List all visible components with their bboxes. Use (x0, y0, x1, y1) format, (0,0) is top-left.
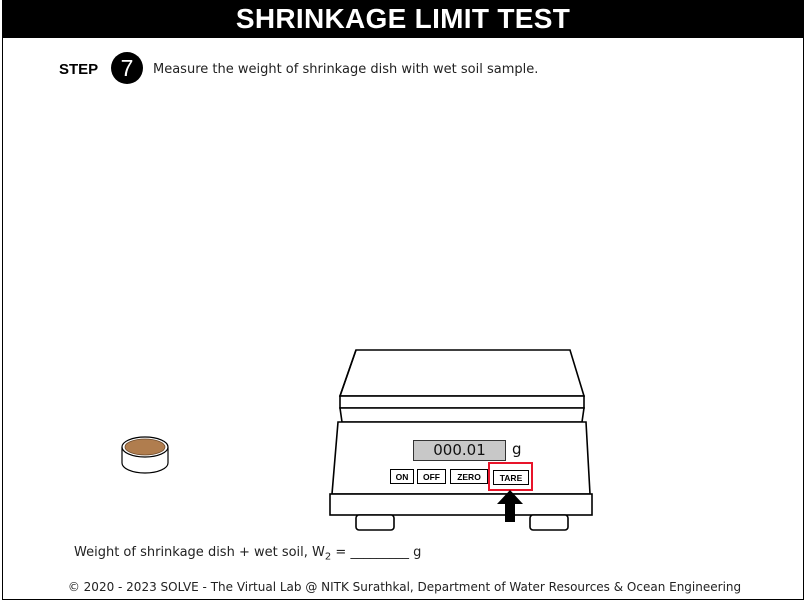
shrinkage-dish-with-soil[interactable] (118, 432, 172, 478)
scale-display: 000.01 (413, 440, 506, 461)
step-instruction: Measure the weight of shrinkage dish wit… (153, 62, 539, 77)
result-prefix: Weight of shrinkage dish + wet soil, W (74, 545, 325, 560)
result-suffix: = _________ g (331, 545, 422, 560)
step-label: STEP (59, 61, 99, 78)
tare-button[interactable]: TARE (493, 470, 529, 485)
footer-copyright: © 2020 - 2023 SOLVE - The Virtual Lab @ … (67, 580, 742, 594)
page-title: SHRINKAGE LIMIT TEST (2, 0, 804, 38)
scale-pan (338, 349, 586, 397)
scale-foot-right (529, 514, 569, 531)
arrow-up-icon (497, 490, 523, 522)
off-button[interactable]: OFF (417, 469, 446, 484)
scale-unit: g (512, 440, 522, 458)
scale-pan-rim (339, 395, 585, 409)
scale-base (329, 493, 593, 516)
result-line: Weight of shrinkage dish + wet soil, W2 … (74, 545, 421, 563)
on-button[interactable]: ON (390, 469, 414, 484)
step-number-badge: 7 (111, 52, 143, 84)
zero-button[interactable]: ZERO (450, 469, 488, 484)
scale-foot-left (355, 514, 395, 531)
wet-soil-sample (124, 438, 166, 456)
